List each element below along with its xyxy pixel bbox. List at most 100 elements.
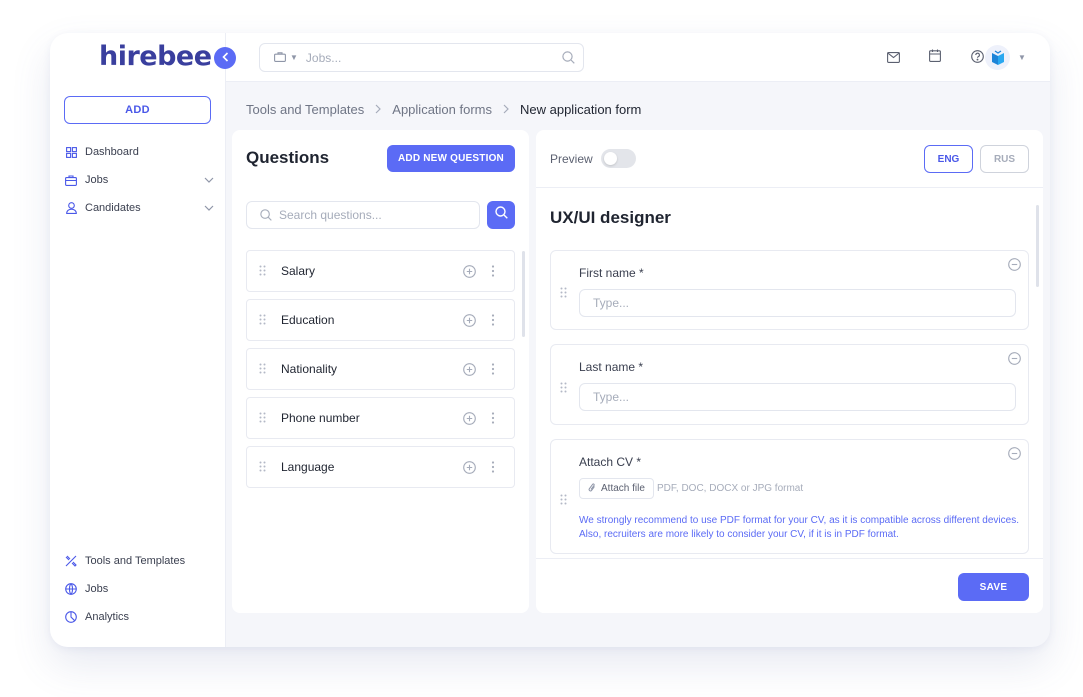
last-name-input[interactable]: Type... <box>579 383 1016 411</box>
more-options-icon[interactable] <box>491 412 495 427</box>
form-footer: SAVE <box>536 558 1043 613</box>
calendar-icon[interactable] <box>929 49 943 63</box>
first-name-input[interactable]: Type... <box>579 289 1016 317</box>
sidebar-item-analytics[interactable]: Analytics <box>64 607 214 627</box>
field-label: First name * <box>579 266 644 280</box>
collapse-sidebar-button[interactable] <box>214 47 236 69</box>
sidebar-item-jobs-board[interactable]: Jobs <box>64 579 214 599</box>
remove-field-icon[interactable] <box>1008 258 1021 276</box>
save-button[interactable]: SAVE <box>958 573 1029 601</box>
search-questions-button[interactable] <box>487 201 515 229</box>
chevron-down-icon[interactable] <box>204 202 214 214</box>
drag-handle-icon[interactable] <box>259 363 266 377</box>
avatar[interactable] <box>985 45 1010 70</box>
dashboard-icon <box>64 145 78 159</box>
remove-field-icon[interactable] <box>1008 352 1021 370</box>
preview-label: Preview <box>550 152 593 166</box>
sidebar-item-tools-and-templates[interactable]: Tools and Templates <box>64 551 214 571</box>
question-label: Salary <box>281 264 316 278</box>
more-options-icon[interactable] <box>491 363 495 378</box>
drag-handle-icon[interactable] <box>560 380 567 398</box>
drag-handle-icon[interactable] <box>560 285 567 303</box>
question-item[interactable]: Phone number <box>246 397 515 439</box>
search-icon <box>260 209 272 224</box>
drag-handle-icon[interactable] <box>259 412 266 426</box>
question-item[interactable]: Nationality <box>246 348 515 390</box>
drag-handle-icon[interactable] <box>259 265 266 279</box>
breadcrumb-link[interactable]: Application forms <box>392 102 492 117</box>
briefcase-icon <box>64 173 78 187</box>
mail-icon[interactable] <box>887 50 901 64</box>
add-new-question-button[interactable]: ADD NEW QUESTION <box>387 145 515 172</box>
add-circle-icon[interactable] <box>463 363 476 379</box>
topbar: ▼ Jobs... ▼ <box>226 33 1050 82</box>
sidebar: hirebee ADD Dashboard Jobs Candidates To… <box>50 33 226 647</box>
attach-format-hint: PDF, DOC, DOCX or JPG format <box>657 483 804 494</box>
form-field-card: First name * Type... <box>550 250 1029 330</box>
question-label: Language <box>281 460 335 474</box>
add-circle-icon[interactable] <box>463 412 476 428</box>
tools-icon <box>64 554 78 568</box>
questions-scrollbar[interactable] <box>522 251 525 337</box>
chevron-left-icon <box>221 49 229 67</box>
search-icon[interactable] <box>562 51 575 67</box>
briefcase-icon <box>274 51 286 65</box>
field-label: Attach CV * <box>579 455 642 469</box>
search-placeholder: Jobs... <box>305 50 342 65</box>
question-item[interactable]: Salary <box>246 250 515 292</box>
breadcrumb-current: New application form <box>520 102 642 117</box>
form-scrollbar[interactable] <box>1036 205 1039 287</box>
drag-handle-icon[interactable] <box>259 461 266 475</box>
form-field-card: Last name * Type... <box>550 344 1029 425</box>
breadcrumb-link[interactable]: Tools and Templates <box>246 102 364 117</box>
sidebar-item-label: Candidates <box>85 202 141 214</box>
add-circle-icon[interactable] <box>463 314 476 330</box>
sidebar-item-label: Tools and Templates <box>85 555 186 567</box>
sidebar-item-label: Analytics <box>85 611 130 623</box>
more-options-icon[interactable] <box>491 461 495 476</box>
preview-toggle[interactable] <box>601 149 636 168</box>
caret-down-icon[interactable]: ▼ <box>1018 53 1026 62</box>
chevron-right-icon <box>375 102 382 117</box>
search-placeholder: Search questions... <box>279 208 382 222</box>
user-icon <box>64 201 78 215</box>
chevron-down-icon[interactable] <box>204 174 214 186</box>
question-item[interactable]: Education <box>246 299 515 341</box>
more-options-icon[interactable] <box>491 265 495 280</box>
sidebar-item-candidates[interactable]: Candidates <box>64 198 214 218</box>
help-icon[interactable] <box>971 50 985 64</box>
question-item[interactable]: Language <box>246 446 515 488</box>
question-label: Nationality <box>281 362 338 376</box>
sidebar-item-jobs[interactable]: Jobs <box>64 170 214 190</box>
form-panel: Preview ENG RUS UX/UI designer First nam… <box>536 130 1043 613</box>
sidebar-item-dashboard[interactable]: Dashboard <box>64 142 214 162</box>
sidebar-item-label: Jobs <box>85 174 109 186</box>
toggle-knob <box>604 152 617 165</box>
search-icon <box>494 206 508 224</box>
attach-file-label: Attach file <box>601 483 645 494</box>
remove-field-icon[interactable] <box>1008 447 1021 465</box>
breadcrumb: Tools and Templates Application forms Ne… <box>246 102 641 117</box>
globe-icon <box>64 582 78 596</box>
caret-down-icon[interactable]: ▼ <box>290 53 298 62</box>
search-questions-input[interactable]: Search questions... <box>246 201 480 229</box>
paperclip-icon <box>588 482 596 496</box>
add-circle-icon[interactable] <box>463 461 476 477</box>
language-eng-button[interactable]: ENG <box>924 145 973 173</box>
more-options-icon[interactable] <box>491 314 495 329</box>
form-title: UX/UI designer <box>550 208 671 227</box>
attach-recommendation-note: We strongly recommend to use PDF format … <box>579 515 1019 540</box>
question-label: Education <box>281 313 335 327</box>
jobs-search-input[interactable]: ▼ Jobs... <box>259 43 584 72</box>
add-button[interactable]: ADD <box>64 96 211 124</box>
questions-panel: Questions ADD NEW QUESTION Search questi… <box>232 130 529 613</box>
drag-handle-icon[interactable] <box>560 492 567 510</box>
attach-file-button[interactable]: Attach file <box>579 478 654 499</box>
form-field-card: Attach CV * Attach file PDF, DOC, DOCX o… <box>550 439 1029 554</box>
language-rus-button[interactable]: RUS <box>980 145 1029 173</box>
drag-handle-icon[interactable] <box>259 314 266 328</box>
questions-title: Questions <box>246 148 330 167</box>
add-circle-icon[interactable] <box>463 265 476 281</box>
form-header: Preview ENG RUS <box>536 130 1043 188</box>
hirebee-logo[interactable]: hirebee <box>99 41 212 72</box>
